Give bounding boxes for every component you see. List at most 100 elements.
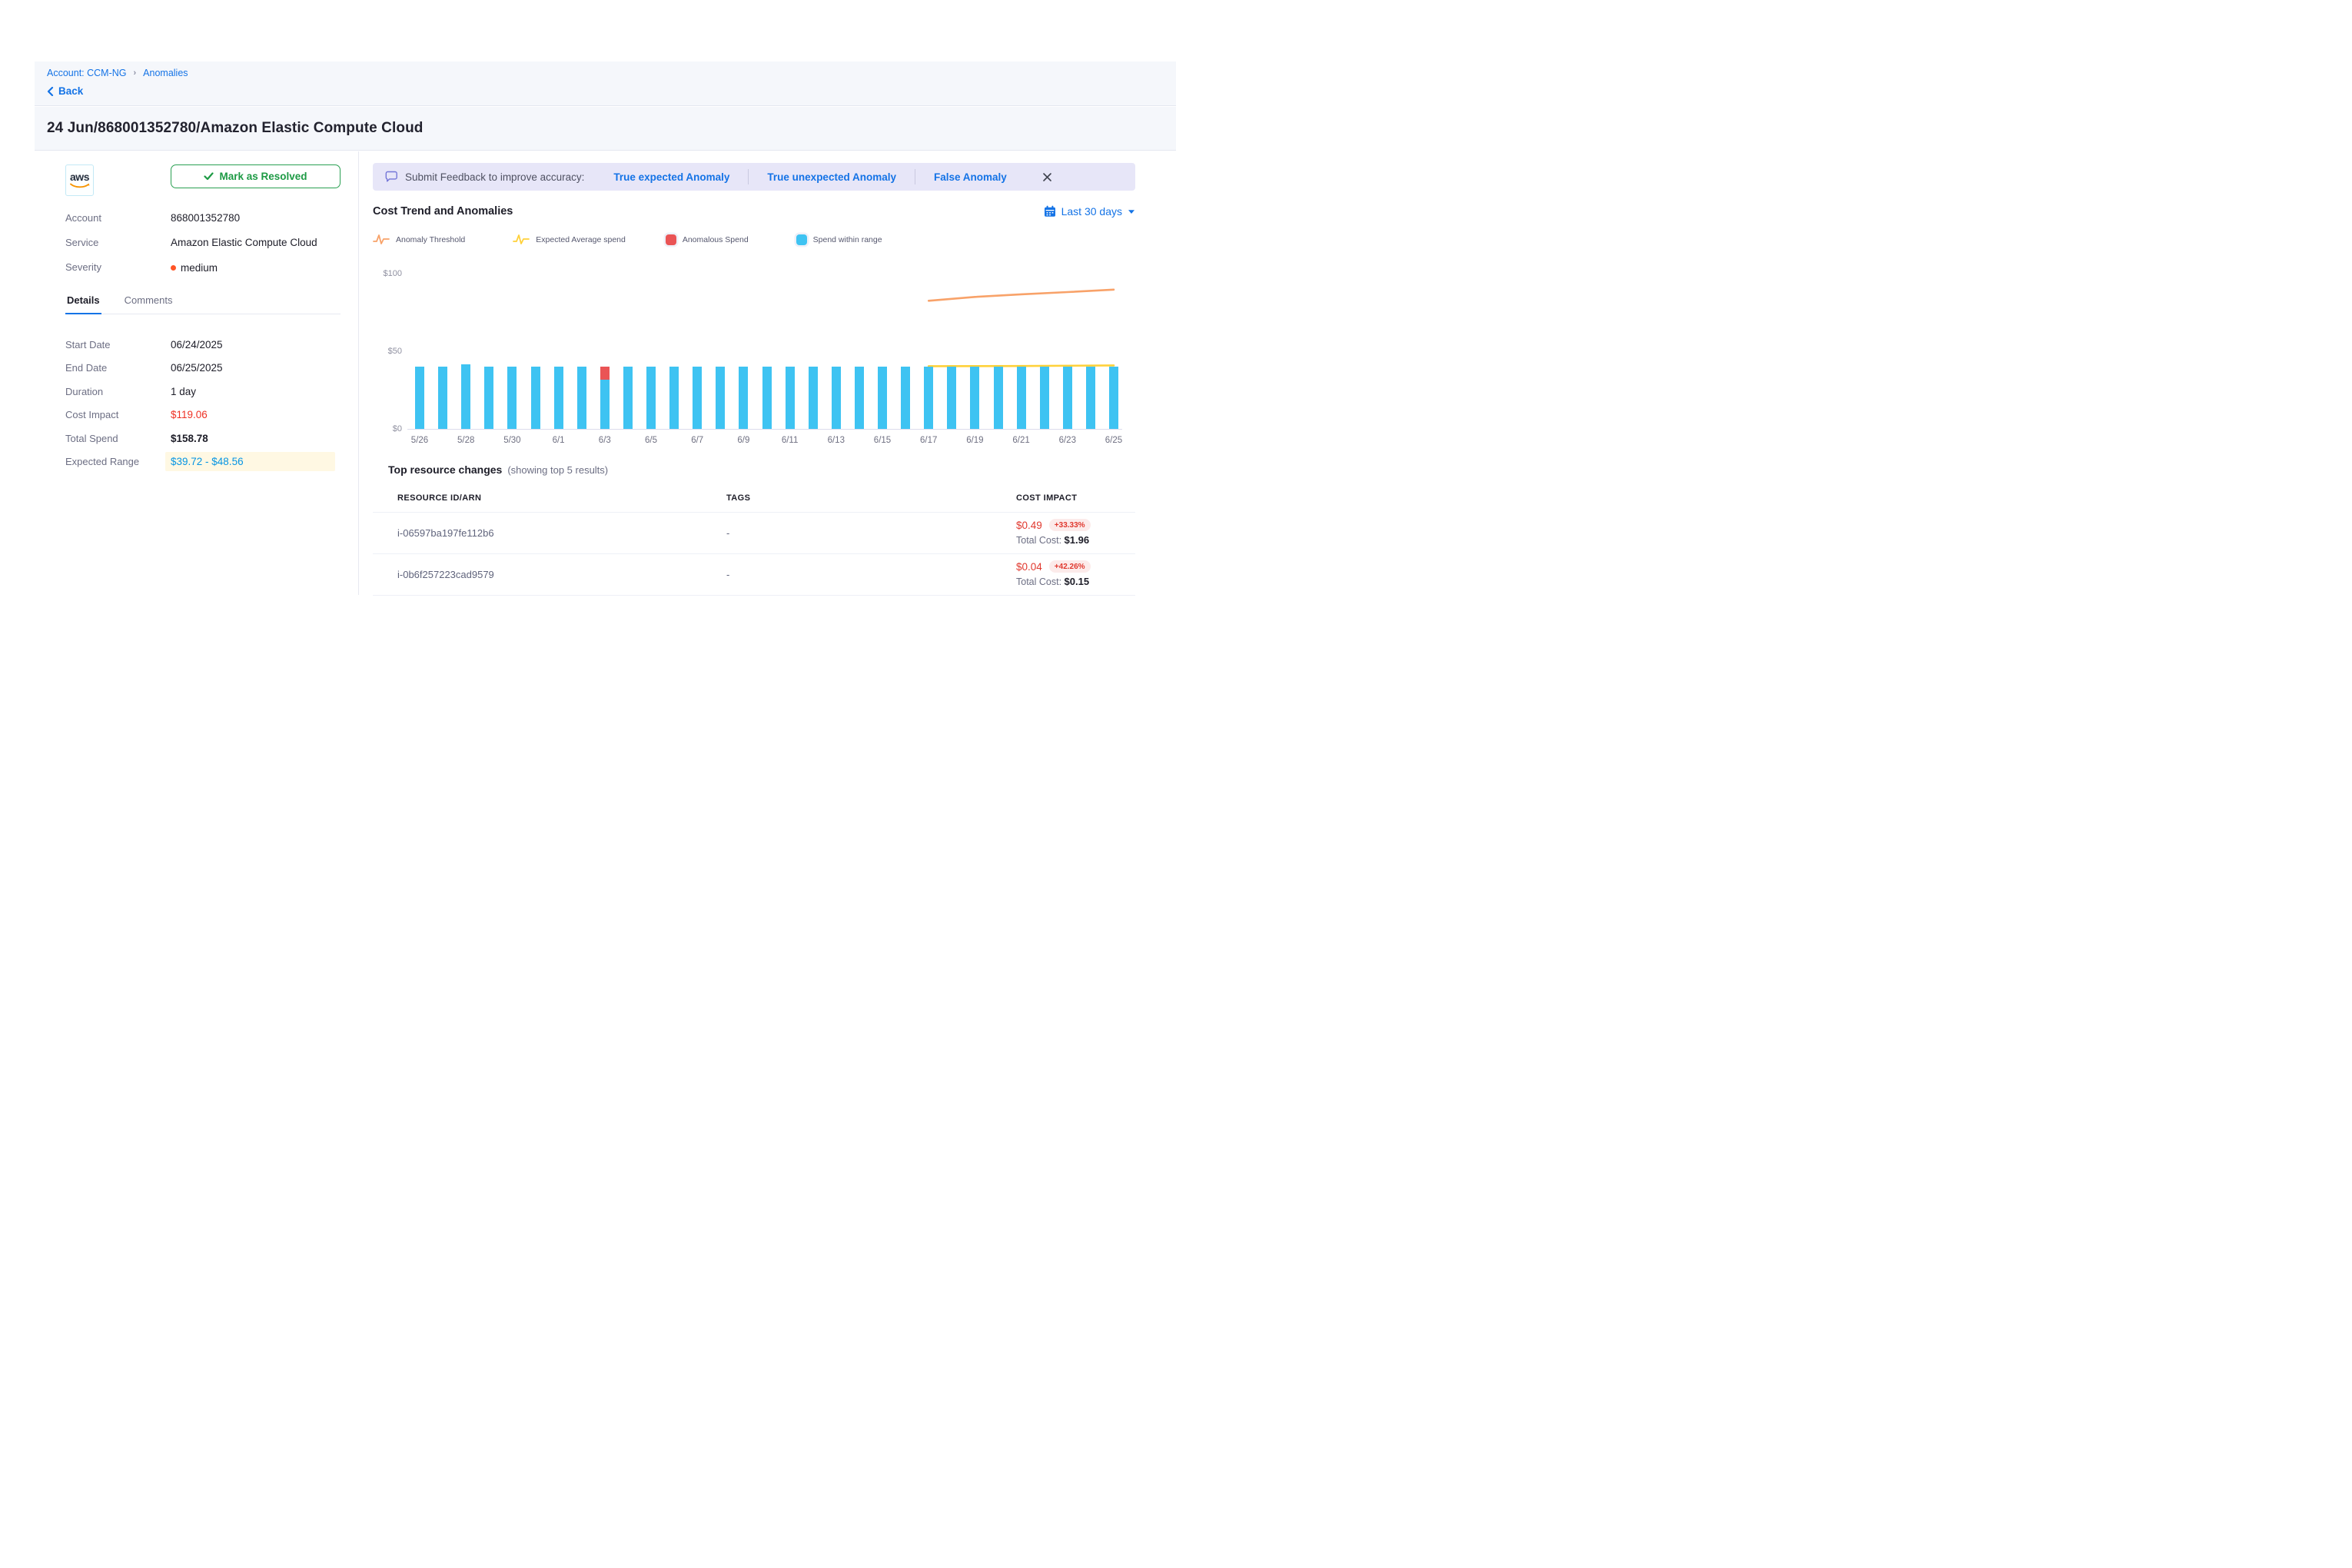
x-tick-label: 6/19 [959, 436, 990, 445]
resource-cost-impact: $0.49 +33.33% Total Cost: $1.96 [1016, 519, 1091, 546]
detail-row-start-date: Start Date 06/24/2025 [65, 333, 341, 357]
legend-label: Expected Average spend [536, 235, 626, 244]
end-date-value: 06/25/2025 [171, 362, 223, 374]
service-label: Service [65, 237, 171, 248]
resources-table: RESOURCE ID/ARN TAGS COST IMPACT i-06597… [373, 483, 1135, 596]
y-tick-label: $0 [393, 424, 402, 434]
impact-value: $0.49 [1016, 520, 1042, 531]
legend-spend-within-range: Spend within range [796, 234, 882, 245]
table-header-row: RESOURCE ID/ARN TAGS COST IMPACT [373, 483, 1135, 513]
back-label: Back [58, 85, 83, 97]
account-label: Account [65, 212, 171, 224]
chart-bar-6/15 [878, 367, 887, 429]
feedback-options: True expected Anomaly True unexpected An… [595, 169, 1025, 184]
date-range-picker[interactable]: Last 30 days [1044, 205, 1135, 218]
chart-bar-6/8 [716, 367, 725, 429]
x-tick-label: 6/5 [636, 436, 666, 445]
severity-value: medium [171, 262, 218, 274]
chart-bar-6/12 [809, 367, 818, 429]
chart-bar-6/17 [924, 367, 933, 429]
impact-percent-badge: +42.26% [1049, 560, 1091, 573]
pulse-line-icon [373, 234, 390, 245]
feedback-bar: Submit Feedback to improve accuracy: Tru… [373, 163, 1135, 191]
y-tick-label: $50 [388, 347, 402, 356]
total-cost-value: $0.15 [1065, 576, 1090, 587]
chart-bar-5/31 [531, 367, 540, 429]
x-tick-label: 6/21 [1006, 436, 1037, 445]
breadcrumb-account-link[interactable]: Account: CCM-NG [47, 68, 127, 78]
chart-bar-6/4 [623, 367, 633, 429]
x-tick-label: 6/17 [913, 436, 944, 445]
service-value: Amazon Elastic Compute Cloud [171, 237, 317, 248]
anomaly-chart-panel: Submit Feedback to improve accuracy: Tru… [373, 163, 1135, 596]
aws-smile-icon [70, 183, 90, 189]
x-tick-label: 6/25 [1098, 436, 1129, 445]
legend-label: Spend within range [813, 235, 882, 244]
back-button[interactable]: Back [47, 85, 101, 97]
mark-resolved-label: Mark as Resolved [219, 171, 307, 182]
chart-bar-5/29 [484, 367, 493, 429]
cost-impact-label: Cost Impact [65, 409, 171, 420]
col-tags: TAGS [726, 493, 750, 503]
chart-bar-6/19 [970, 367, 979, 429]
chart-bar-6/22 [1040, 367, 1049, 429]
resource-cost-impact: $0.04 +42.26% Total Cost: $0.15 [1016, 560, 1091, 587]
chart-bar-6/25 [1109, 367, 1118, 429]
detail-row-cost-impact: Cost Impact $119.06 [65, 404, 341, 427]
x-tick-label: 6/9 [728, 436, 759, 445]
legend-anomalous-spend: Anomalous Spend [666, 234, 749, 245]
tab-comments[interactable]: Comments [123, 294, 174, 314]
page-title: 24 Jun/868001352780/Amazon Elastic Compu… [47, 120, 424, 137]
cost-trend-chart: $0$50$100 5/265/285/306/16/36/56/76/96/1… [373, 254, 1135, 447]
chart-bar-6/6 [669, 367, 679, 429]
x-tick-label: 6/23 [1052, 436, 1083, 445]
feedback-true-expected[interactable]: True expected Anomaly [595, 171, 748, 183]
total-cost-value: $1.96 [1065, 534, 1090, 546]
resource-tags: - [726, 569, 729, 580]
detail-tabs: Details Comments [65, 294, 341, 314]
resource-tags: - [726, 527, 729, 539]
feedback-true-unexpected[interactable]: True unexpected Anomaly [749, 171, 915, 183]
cost-impact-value: $119.06 [171, 409, 208, 420]
duration-value: 1 day [171, 386, 196, 397]
detail-row-end-date: End Date 06/25/2025 [65, 357, 341, 380]
legend-label: Anomaly Threshold [396, 235, 465, 244]
aws-logo: aws [65, 164, 94, 196]
feedback-prompt: Submit Feedback to improve accuracy: [405, 171, 584, 183]
x-tick-label: 5/26 [404, 436, 435, 445]
breadcrumb-anomalies-link[interactable]: Anomalies [143, 68, 188, 78]
breadcrumb: Account: CCM-NG › Anomalies [47, 68, 1176, 78]
detail-row-duration: Duration 1 day [65, 380, 341, 404]
chart-bar-6/9 [739, 367, 748, 429]
chart-bar-5/27 [438, 367, 447, 429]
main-content: aws Mark as Resolved Account 86800135278… [35, 151, 1176, 784]
date-range-label: Last 30 days [1061, 205, 1122, 218]
detail-row-total-spend: Total Spend $158.78 [65, 427, 341, 450]
chart-bar-6/3 [600, 367, 610, 429]
chart-bar-6/10 [762, 367, 772, 429]
impact-percent-badge: +33.33% [1049, 519, 1091, 531]
pulse-line-icon [513, 234, 530, 245]
col-cost-impact: COST IMPACT [1016, 493, 1077, 503]
x-tick-label: 6/3 [590, 436, 620, 445]
account-value: 868001352780 [171, 212, 240, 224]
severity-label: Severity [65, 261, 171, 273]
legend-anomaly-threshold: Anomaly Threshold [373, 234, 465, 245]
blue-square-icon [796, 234, 807, 245]
feedback-close-button[interactable] [1042, 172, 1052, 182]
chat-bubble-icon [385, 171, 398, 183]
col-resource-id: RESOURCE ID/ARN [397, 493, 481, 503]
table-row: i-0b6f257223cad9579 - $0.04 +42.26% Tota… [373, 554, 1135, 596]
x-tick-label: 6/1 [543, 436, 574, 445]
tab-details[interactable]: Details [65, 294, 101, 314]
chart-bar-6/16 [901, 367, 910, 429]
close-icon [1042, 172, 1052, 182]
top-resource-changes: Top resource changes (showing top 5 resu… [373, 463, 1135, 596]
header-band: Account: CCM-NG › Anomalies Back [35, 61, 1176, 106]
start-date-label: Start Date [65, 339, 171, 350]
chevron-left-icon [47, 87, 54, 96]
feedback-false-anomaly[interactable]: False Anomaly [915, 171, 1025, 183]
total-spend-value: $158.78 [171, 433, 208, 444]
total-cost-label: Total Cost: [1016, 576, 1061, 587]
mark-resolved-button[interactable]: Mark as Resolved [171, 164, 341, 188]
